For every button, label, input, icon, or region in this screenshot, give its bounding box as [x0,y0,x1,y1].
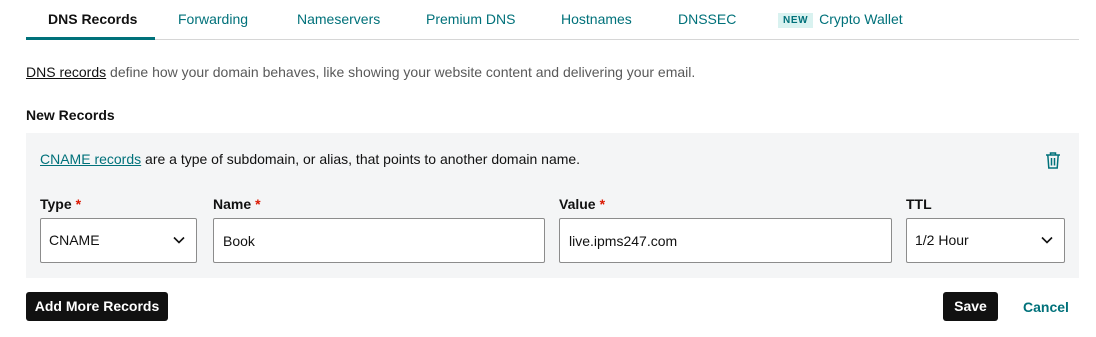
chevron-down-icon [1041,236,1053,244]
type-select-value: CNAME [49,232,100,248]
section-title: New Records [26,107,115,123]
tab-forwarding[interactable]: Forwarding [178,11,248,27]
required-mark: * [75,196,82,212]
record-description: CNAME records are a type of subdomain, o… [40,151,580,167]
ttl-label: TTL [906,196,932,212]
tab-dnssec[interactable]: DNSSEC [678,11,736,27]
type-label: Type * [40,196,82,212]
record-description-rest: are a type of subdomain, or alias, that … [141,151,581,167]
required-mark: * [255,196,261,212]
cname-records-link[interactable]: CNAME records [40,151,141,167]
tab-nameservers[interactable]: Nameservers [297,11,380,27]
name-input[interactable] [213,218,545,263]
record-panel: CNAME records are a type of subdomain, o… [26,133,1079,278]
name-label: Name * [213,196,261,212]
tab-hostnames[interactable]: Hostnames [561,11,632,27]
save-button[interactable]: Save [943,292,998,321]
intro-text: DNS records define how your domain behav… [26,64,695,80]
required-mark: * [599,196,606,212]
tab-crypto-wallet[interactable]: NEW Crypto Wallet [778,11,903,28]
trash-icon[interactable] [1043,150,1063,170]
dns-tabs: DNS Records Forwarding Nameservers Premi… [26,0,1079,40]
new-badge: NEW [778,13,814,28]
ttl-select[interactable]: 1/2 Hour [906,218,1065,263]
tab-premium-dns[interactable]: Premium DNS [426,11,515,27]
dns-records-link[interactable]: DNS records [26,64,106,80]
type-select[interactable]: CNAME [40,218,197,263]
value-label: Value * [559,196,606,212]
ttl-select-value: 1/2 Hour [915,232,969,248]
cancel-button[interactable]: Cancel [1023,299,1069,315]
value-input[interactable] [559,218,892,263]
intro-rest: define how your domain behaves, like sho… [106,64,696,80]
tab-crypto-wallet-label: Crypto Wallet [819,11,903,27]
chevron-down-icon [173,236,185,244]
tab-dns-records[interactable]: DNS Records [48,11,137,27]
active-tab-indicator [26,37,155,40]
add-more-records-button[interactable]: Add More Records [26,292,168,321]
